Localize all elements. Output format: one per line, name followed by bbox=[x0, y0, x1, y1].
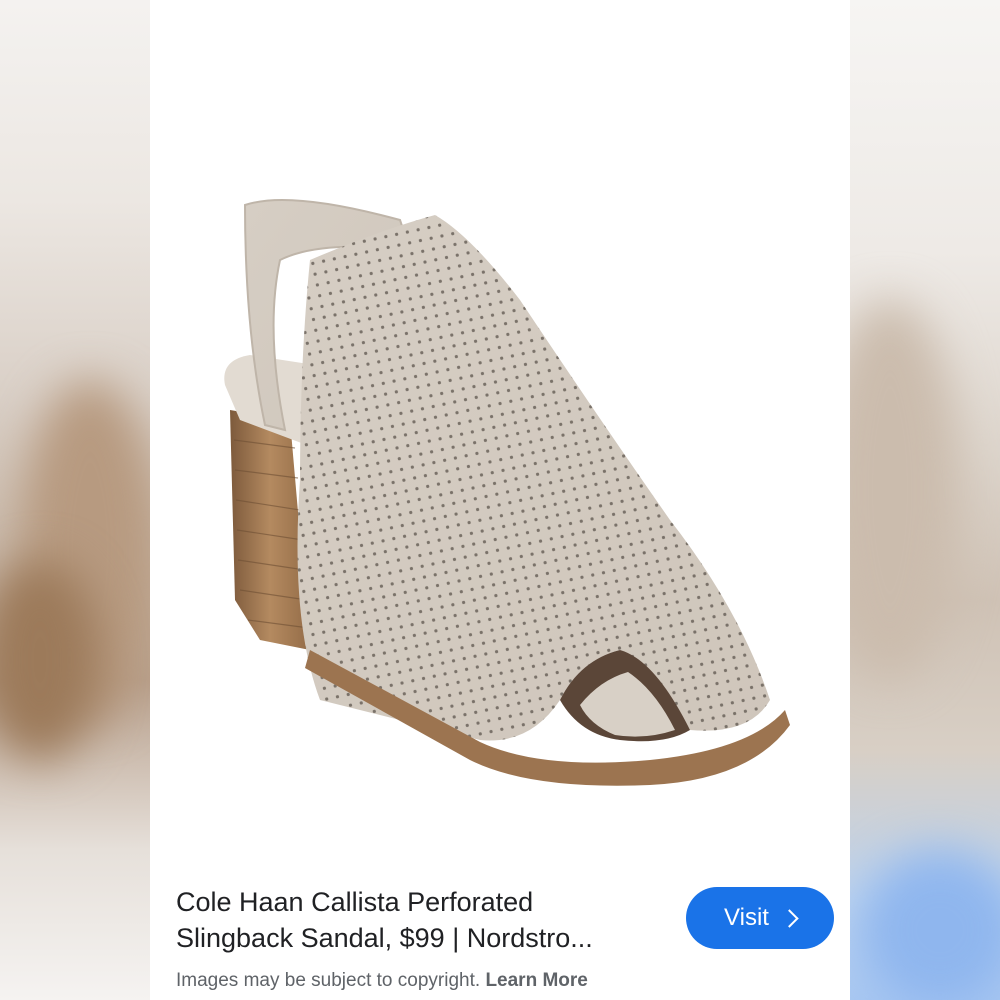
blurred-background-right bbox=[850, 0, 1000, 1000]
shoe-image bbox=[224, 199, 790, 786]
result-caption: Cole Haan Callista Perforated Slingback … bbox=[150, 860, 850, 1000]
blur-blob bbox=[850, 300, 960, 680]
result-title[interactable]: Cole Haan Callista Perforated Slingback … bbox=[176, 884, 646, 956]
copyright-text: Images may be subject to copyright. bbox=[176, 970, 481, 991]
title-line-1: Cole Haan Callista Perforated bbox=[176, 887, 534, 917]
product-image[interactable] bbox=[150, 0, 850, 860]
learn-more-link[interactable]: Learn More bbox=[485, 970, 587, 991]
copyright-note: Images may be subject to copyright. Lear… bbox=[176, 970, 588, 992]
blurred-background-left bbox=[0, 0, 150, 1000]
title-line-2: Slingback Sandal, $99 | Nordstro... bbox=[176, 923, 593, 953]
visit-label: Visit bbox=[724, 904, 769, 931]
visit-button[interactable]: Visit bbox=[686, 887, 834, 949]
image-result-card: Cole Haan Callista Perforated Slingback … bbox=[150, 0, 850, 1000]
blur-blob bbox=[860, 850, 1000, 1000]
chevron-right-icon bbox=[780, 908, 799, 928]
